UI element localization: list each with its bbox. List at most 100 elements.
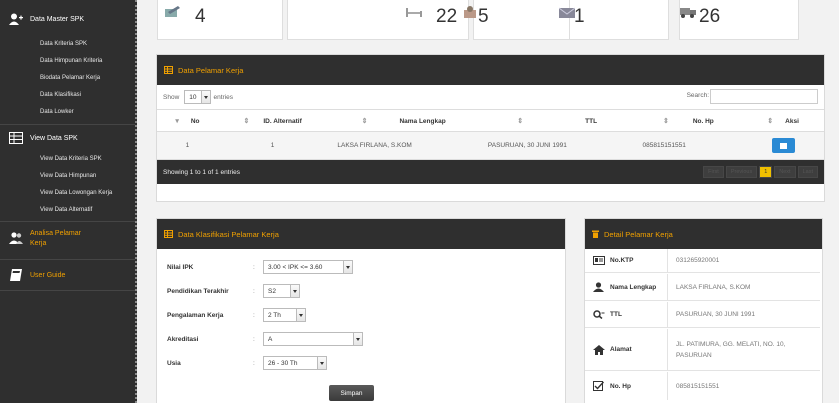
- sidebar-item-data-klasifikasi[interactable]: Data Klasifikasi: [40, 92, 81, 98]
- table-row: 1 1 LAKSA FIRLANA, S.KOM PASURUAN, 30 JU…: [157, 131, 824, 160]
- chevron-down-icon: [200, 91, 210, 103]
- sidebar-item-data-lowker[interactable]: Data Lowker: [40, 109, 74, 115]
- select-value: S2: [268, 287, 276, 295]
- cell-aksi: [742, 131, 824, 160]
- detail-row-ttl: TTL PASURUAN, 30 JUNI 1991: [585, 302, 820, 328]
- field-label: Nilai IPK: [167, 263, 194, 271]
- cell-no: 1: [157, 131, 218, 160]
- detail-row-hp: No. Hp 085815151551: [585, 372, 820, 400]
- edit-icon: [164, 6, 180, 18]
- sidebar-item-biodata[interactable]: Biodata Pelamar Kerja: [40, 75, 100, 81]
- pelamar-table: ▾ No ⇕ ID. Alternatif ⇕ Nama Lengkap ⇕ TTL ⇕…: [157, 109, 824, 160]
- cell-nama: LAKSA FIRLANA, S.KOM: [327, 131, 480, 160]
- simpan-button[interactable]: Simpan: [329, 385, 374, 401]
- table-info: Showing 1 to 1 of 1 entries: [163, 168, 240, 176]
- user-icon: [593, 282, 606, 292]
- sidebar-item-label: Data Master SPK: [30, 15, 85, 23]
- column-header-id[interactable]: ⇕ ID. Alternatif: [217, 109, 328, 132]
- search-input[interactable]: [710, 89, 818, 104]
- detail-value: PASURUAN, 30 JUNI 1991: [667, 302, 820, 327]
- sidebar: Data Master SPK Data Kriteria SPK Data H…: [0, 0, 137, 403]
- panel-data-pelamar: Data Pelamar Kerja Show 10 entries Searc…: [156, 54, 825, 202]
- detail-row-alamat: Alamat JL. PATIMURA, GG. MELATI, NO. 10,…: [585, 329, 820, 371]
- usia-select[interactable]: 26 - 30 Th: [263, 356, 327, 370]
- form-row-pengalaman: Pengalaman Kerja : 2 Th: [167, 308, 306, 322]
- sidebar-item-user-guide[interactable]: User Guide: [0, 268, 135, 282]
- stat-card-klasifikasi: 1: [558, 0, 669, 40]
- sidebar-divider: [0, 221, 135, 222]
- sidebar-item-analisa[interactable]: Analisa Pelamar Kerja: [0, 229, 135, 249]
- edit-icon: [779, 142, 787, 149]
- pagination-next[interactable]: Next: [774, 166, 796, 178]
- detail-label: TTL: [610, 311, 622, 318]
- sidebar-item-label: View Data SPK: [30, 134, 78, 142]
- column-header-ttl[interactable]: ⇕ TTL: [479, 109, 635, 132]
- sidebar-divider: [0, 290, 135, 291]
- sidebar-divider: [0, 124, 135, 125]
- sidebar-item-view-lowongan[interactable]: View Data Lowongan Kerja: [40, 190, 112, 196]
- detail-row-ktp: No.KTP 031265920001: [585, 249, 820, 273]
- panel-header: Data Pelamar Kerja: [157, 55, 824, 85]
- pagination-previous[interactable]: Previous: [725, 166, 758, 178]
- sidebar-item-label: User Guide: [30, 271, 66, 279]
- detail-label: No.KTP: [610, 257, 634, 264]
- panel-klasifikasi: Data Klasifikasi Pelamar Kerja Nilai IPK…: [156, 218, 566, 403]
- chevron-down-icon: [343, 261, 352, 273]
- detail-label: No. Hp: [610, 382, 631, 390]
- pendidikan-select[interactable]: S2: [263, 284, 300, 298]
- stat-value: 26: [699, 6, 721, 27]
- stat-value: 5: [478, 6, 489, 27]
- cell-hp: 085815151551: [634, 131, 743, 160]
- home-icon: [593, 344, 606, 355]
- pagination-first[interactable]: First: [703, 166, 724, 178]
- chevron-down-icon: [353, 333, 362, 345]
- sidebar-item-view-kriteria[interactable]: View Data Kriteria SPK: [40, 156, 102, 162]
- sidebar-item-data-himpunan[interactable]: Data Himpunan Kriteria: [40, 58, 102, 64]
- sidebar-item-data-kriteria[interactable]: Data Kriteria SPK: [40, 41, 87, 47]
- ipk-select[interactable]: 3.00 < IPK <= 3.60: [263, 260, 353, 274]
- column-header-nama[interactable]: ⇕ Nama Lengkap: [327, 109, 480, 132]
- detail-label: Nama Lengkap: [610, 283, 657, 291]
- sidebar-item-view-himpunan[interactable]: View Data Himpunan: [40, 173, 96, 179]
- panel-title: Data Klasifikasi Pelamar Kerja: [178, 229, 279, 239]
- detail-value: JL. PATIMURA, GG. MELATI, NO. 10, PASURU…: [667, 329, 820, 370]
- panel-title: Detail Pelamar Kerja: [604, 229, 673, 239]
- column-header-no[interactable]: ▾ No: [157, 109, 218, 132]
- chevron-down-icon: [317, 357, 326, 369]
- pagination-last[interactable]: Last: [797, 166, 818, 178]
- cell-ttl: PASURUAN, 30 JUNI 1991: [479, 131, 635, 160]
- form-row-akreditasi: Akreditasi : A: [167, 332, 363, 346]
- person-icon: [462, 6, 478, 18]
- stat-value: 22: [436, 6, 458, 27]
- akreditasi-select[interactable]: A: [263, 332, 363, 346]
- pagination-page-1[interactable]: 1: [759, 166, 773, 178]
- field-label: Usia: [167, 359, 181, 367]
- sidebar-item-view-alternatif[interactable]: View Data Alternatif: [40, 207, 92, 213]
- sidebar-item-view-data[interactable]: View Data SPK: [0, 131, 135, 145]
- table-toolbar: Show 10 entries Search:: [157, 85, 824, 109]
- entries-select[interactable]: 10: [184, 90, 211, 104]
- detail-value: 085815151551: [667, 372, 820, 400]
- table-footer: Showing 1 to 1 of 1 entries First Previo…: [157, 160, 824, 184]
- trash-icon: [592, 230, 599, 238]
- sidebar-item-data-master[interactable]: Data Master SPK: [0, 12, 135, 26]
- pengalaman-select[interactable]: 2 Th: [263, 308, 306, 322]
- panel-header: Data Klasifikasi Pelamar Kerja: [157, 219, 565, 249]
- column-header-hp[interactable]: ⇕ No. Hp: [634, 109, 743, 132]
- table-icon: [8, 131, 24, 145]
- id-card-icon: [593, 256, 606, 265]
- column-header-aksi[interactable]: ⇕ Aksi: [742, 109, 824, 132]
- cell-id: 1: [217, 131, 328, 160]
- form-row-usia: Usia : 26 - 30 Th: [167, 356, 327, 370]
- sidebar-divider: [0, 259, 135, 260]
- select-value: A: [268, 335, 273, 343]
- panel-header: Detail Pelamar Kerja: [585, 219, 822, 249]
- sidebar-item-label: Kerja: [30, 240, 47, 247]
- truck-icon: [680, 6, 696, 18]
- detail-value: 031265920001: [667, 249, 820, 272]
- search-icon: [593, 310, 606, 319]
- search-label: Search:: [686, 92, 709, 99]
- pagination: First Previous 1 Next Last: [703, 166, 818, 178]
- field-label: Akreditasi: [167, 335, 199, 343]
- edit-button[interactable]: [771, 138, 795, 153]
